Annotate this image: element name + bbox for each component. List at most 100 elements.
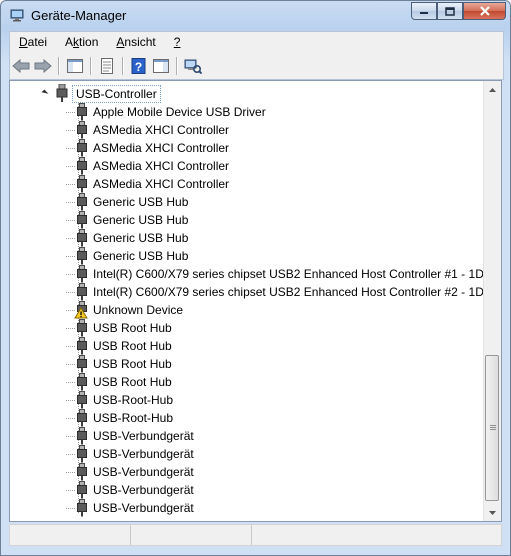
- maximize-button[interactable]: [437, 2, 463, 20]
- scroll-up-button[interactable]: [484, 81, 501, 98]
- menu-datei[interactable]: Datei: [10, 35, 56, 49]
- tree-connector: [66, 508, 76, 509]
- menu-help[interactable]: ?: [165, 35, 190, 49]
- back-button[interactable]: [10, 55, 32, 77]
- arrow-up-icon: [489, 87, 496, 92]
- usb-device-icon: [77, 175, 87, 193]
- menu-ansicht[interactable]: Ansicht: [107, 35, 164, 49]
- usb-device-icon: [77, 193, 87, 211]
- usb-device-icon: [77, 391, 87, 409]
- usb-device-icon: [77, 445, 87, 463]
- usb-device-icon: [77, 229, 87, 247]
- usb-controller-category[interactable]: USB-Controller: [72, 85, 161, 103]
- tree-connector: [66, 130, 76, 131]
- maximize-icon: [445, 6, 455, 16]
- tree-connector: [66, 472, 76, 473]
- device-label: USB Root Hub: [93, 321, 172, 335]
- close-icon: [479, 6, 490, 16]
- title-bar[interactable]: Geräte-Manager: [1, 1, 510, 31]
- device-label: USB-Verbundgerät: [93, 447, 194, 461]
- device-label: USB Root Hub: [93, 357, 172, 371]
- usb-device-icon: [77, 247, 87, 265]
- usb-device-icon: [77, 337, 87, 355]
- tree-connector: [66, 292, 76, 293]
- device-label: Generic USB Hub: [93, 249, 189, 263]
- status-pane: [131, 525, 252, 545]
- properties-button[interactable]: [96, 55, 118, 77]
- device-label: ASMedia XHCI Controller: [93, 123, 230, 137]
- toolbar-separator: [90, 56, 92, 75]
- properties-icon: [101, 57, 113, 74]
- caption-buttons: [411, 2, 506, 21]
- warning-icon: [74, 301, 88, 319]
- usb-device-icon: [77, 265, 87, 283]
- toolbar-separator: [58, 56, 60, 75]
- tree-connector: [66, 220, 76, 221]
- toolbar: ?: [9, 52, 504, 80]
- tree-connector: [66, 436, 76, 437]
- show-hide-console-tree-icon: [67, 58, 83, 73]
- scrollbar-thumb[interactable]: [485, 355, 499, 501]
- status-pane: [252, 525, 501, 545]
- device-label: USB-Verbundgerät: [93, 465, 194, 479]
- close-button[interactable]: [463, 2, 506, 20]
- usb-device-icon: [77, 427, 87, 445]
- menu-aktion[interactable]: Aktion: [56, 35, 107, 49]
- minimize-icon: [420, 12, 428, 14]
- device-label: USB-Verbundgerät: [93, 429, 194, 443]
- svg-text:?: ?: [135, 60, 142, 74]
- device-manager-app-icon: [10, 9, 24, 22]
- device-label: Generic USB Hub: [93, 195, 189, 209]
- grip-line: [490, 427, 496, 428]
- device-tree-pane[interactable]: USB-Controller Apple Mobile Device USB D…: [9, 80, 502, 522]
- scroll-down-button[interactable]: [484, 504, 501, 521]
- device-label: USB-Root-Hub: [93, 411, 174, 425]
- device-label: Apple Mobile Device USB Driver: [93, 105, 266, 119]
- minimize-button[interactable]: [411, 2, 437, 20]
- window-title: Geräte-Manager: [31, 8, 127, 23]
- tree-connector: [66, 166, 76, 167]
- help-button[interactable]: ?: [128, 55, 150, 77]
- usb-device-icon: [77, 373, 87, 391]
- tree-connector: [66, 184, 76, 185]
- usb-device-icon: [77, 355, 87, 373]
- tree-connector: [66, 148, 76, 149]
- grip-line: [490, 425, 496, 426]
- tree-connector: [66, 346, 76, 347]
- device-label: Intel(R) C600/X79 series chipset USB2 En…: [93, 267, 498, 281]
- scan-hardware-icon: [184, 59, 202, 74]
- usb-device-icon: [77, 103, 87, 121]
- scan-hardware-button[interactable]: [182, 55, 204, 77]
- tree-connector: [66, 202, 76, 203]
- usb-device-icon: [77, 319, 87, 337]
- tree-connector: [66, 112, 76, 113]
- device-label: USB-Verbundgerät: [93, 483, 194, 497]
- usb-device-icon: [77, 139, 87, 157]
- toolbar-separator: [176, 56, 178, 75]
- device-label: ASMedia XHCI Controller: [93, 177, 230, 191]
- device-label: USB-Verbundgerät: [93, 501, 194, 515]
- help-icon: ?: [131, 57, 146, 74]
- console-tree-button[interactable]: [64, 55, 86, 77]
- usb-device-icon: [77, 463, 87, 481]
- device-tree: USB-Controller Apple Mobile Device USB D…: [10, 81, 499, 521]
- tree-connector: [66, 328, 76, 329]
- tree-connector: [66, 364, 76, 365]
- device-label: USB Root Hub: [93, 375, 172, 389]
- usb-device-icon: [77, 481, 87, 499]
- device-manager-window: Geräte-Manager Datei Aktion Ansicht ? ? …: [0, 0, 511, 556]
- menu-bar: Datei Aktion Ansicht ?: [9, 31, 504, 52]
- collapse-triangle-icon[interactable]: [41, 89, 49, 97]
- action-pane-button[interactable]: [150, 55, 172, 77]
- tree-connector: [66, 490, 76, 491]
- usb-device-icon: [77, 409, 87, 427]
- forward-button[interactable]: [32, 55, 54, 77]
- device-label: ASMedia XHCI Controller: [93, 141, 230, 155]
- forward-arrow-icon: [34, 58, 52, 73]
- tree-connector: [66, 400, 76, 401]
- device-label: USB Root Hub: [93, 339, 172, 353]
- tree-connector: [66, 238, 76, 239]
- tree-connector: [66, 274, 76, 275]
- device-label: USB-Root-Hub: [93, 393, 174, 407]
- vertical-scrollbar[interactable]: [483, 81, 501, 521]
